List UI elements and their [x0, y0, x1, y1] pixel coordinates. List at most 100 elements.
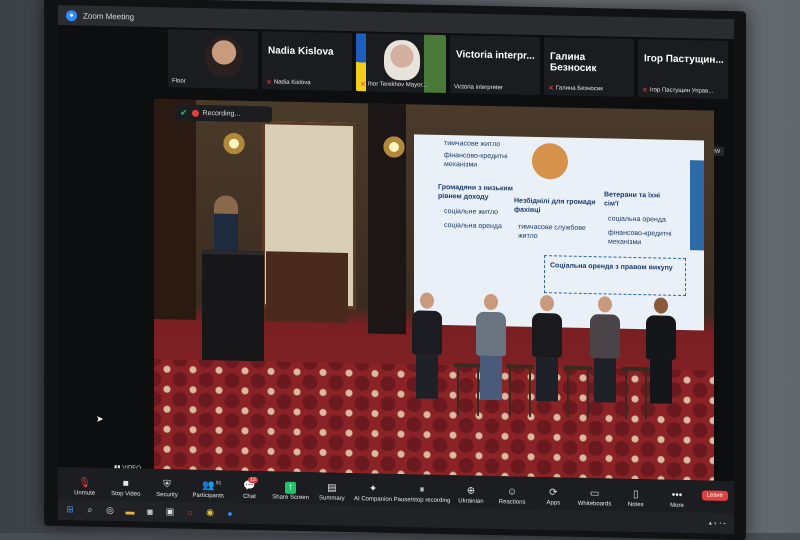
background-decoration — [424, 34, 446, 94]
screen: ● Zoom Meeting Floor Nadia Kislova ✕ Nadi… — [58, 4, 734, 535]
mouse-cursor-icon: ➤ — [96, 413, 104, 424]
side-table — [564, 365, 592, 421]
participant-label: ✕ Ігор Пастущин Управ... — [642, 87, 714, 95]
door — [266, 251, 348, 324]
main-video: тимчасове житло фінансово-кредитні механ… — [154, 98, 714, 481]
zoom-logo-icon: ● — [66, 9, 77, 21]
chat-badge: 12 — [248, 476, 258, 484]
slide-text: соціальна оренда — [608, 215, 666, 224]
participant-tile[interactable]: ✕ Ihor Terekhov Mayor... — [356, 33, 446, 94]
video-camera-icon: ■ — [122, 478, 129, 490]
apps-icon: ⟳ — [549, 487, 558, 499]
shield-icon: ⛨ — [163, 479, 171, 491]
participant-avatar — [206, 36, 242, 77]
shield-check-icon: ✔ — [180, 106, 188, 118]
window-title: Zoom Meeting — [83, 10, 135, 22]
slide-text: фінансово-кредитні механізми — [444, 152, 508, 169]
recording-indicator[interactable]: ✔ Recording... — [176, 104, 272, 123]
gallery-strip: Floor Nadia Kislova ✕ Nadia Kislova ✕ Ihor… — [168, 29, 728, 99]
store-icon[interactable]: ▣ — [164, 506, 176, 518]
participant-name: Victoria interpr... — [456, 49, 535, 62]
slide-text: тимчасове службове житло — [518, 223, 586, 240]
security-button[interactable]: ⛨ Security — [146, 479, 187, 499]
toolbar-label: Whiteboards — [577, 500, 612, 508]
monitor: ● Zoom Meeting Floor Nadia Kislova ✕ Nadi… — [44, 0, 746, 540]
slide-text: соціальне житло — [444, 208, 499, 217]
slide-text: фінансово-кредитні механізми — [608, 229, 672, 247]
chrome-icon[interactable]: ◉ — [204, 506, 216, 518]
unmute-button[interactable]: 🎙 Unmute — [64, 477, 105, 497]
slide-sidebar — [690, 160, 704, 251]
participants-icon: 👥 — [201, 479, 215, 492]
participant-tile[interactable]: Ігор Пастущин... ✕ Ігор Пастущин Управ...… — [638, 39, 728, 99]
pause-stop-recording-button[interactable]: ⏸ Pause/stop recording — [394, 484, 451, 505]
more-icon: ••• — [671, 489, 683, 502]
mic-muted-icon: ✕ — [266, 79, 272, 87]
participant-label: Floor — [172, 78, 186, 85]
search-icon[interactable]: ⌕ — [84, 504, 96, 516]
summary-button[interactable]: ▤ Summary — [311, 482, 352, 502]
leave-button[interactable]: Leave — [701, 489, 728, 501]
system-tray[interactable]: ▲ ◐ ◔ ⌁ — [708, 520, 726, 526]
windows-start-icon[interactable]: ⊞ — [64, 504, 76, 516]
microphone-muted-icon: 🎙 — [78, 477, 91, 489]
toolbar-label: Unmute — [74, 490, 96, 497]
zoom-taskbar-icon[interactable]: ● — [224, 507, 236, 519]
more-button[interactable]: ••• More — [656, 489, 697, 509]
opera-icon[interactable]: ○ — [184, 506, 196, 518]
summary-icon: ▤ — [327, 482, 337, 494]
camera-app-icon[interactable]: ◙ — [144, 505, 156, 517]
participant-tile[interactable]: Victoria interpr... Victoria interpreter — [450, 35, 540, 96]
participant-name: Ігор Пастущин... — [644, 53, 724, 66]
participant-avatar — [384, 39, 420, 81]
mic-muted-icon: ✕ — [360, 81, 366, 89]
participant-tile[interactable]: Nadia Kislova ✕ Nadia Kislova — [262, 31, 352, 92]
whiteboards-button[interactable]: ▭ Whiteboards — [574, 488, 615, 508]
toolbar-label: Share Screen — [272, 494, 309, 502]
curtain — [154, 98, 196, 320]
recording-label: Recording... — [202, 109, 241, 118]
mic-muted-icon: ✕ — [548, 85, 554, 93]
side-table — [506, 364, 534, 419]
apps-button[interactable]: ⟳ Apps — [533, 487, 574, 507]
sparkle-icon: ✦ — [368, 483, 378, 495]
notes-button[interactable]: ▯ Notes — [615, 489, 656, 509]
notes-icon: ▯ — [632, 488, 639, 501]
toolbar-label: Reactions — [498, 499, 526, 506]
file-explorer-icon[interactable]: ▬ — [124, 505, 136, 517]
slide-heading: Громадяни з низьким рівнем доходу — [438, 183, 513, 201]
tray-icons: ▲ ◐ ◔ ⌁ — [707, 520, 726, 527]
record-dot-icon — [191, 109, 199, 117]
task-view-icon[interactable]: ◎ — [104, 504, 116, 516]
ai-companion-button[interactable]: ✦ AI Companion — [352, 483, 393, 503]
whiteboard-icon: ▭ — [589, 488, 600, 500]
stop-video-button[interactable]: ■ Stop Video — [105, 478, 146, 498]
participant-name: Nadia Kislova — [268, 45, 334, 58]
participant-label: ✕ Галина Безносик — [548, 85, 603, 93]
share-screen-icon: ↑ — [285, 481, 297, 494]
chat-button[interactable]: 💬 Chat 12 — [229, 476, 270, 501]
reactions-button[interactable]: ☺ Reactions — [492, 486, 533, 506]
toolbar-label: Participants — [192, 492, 224, 500]
share-screen-button[interactable]: ↑ Share Screen — [270, 481, 311, 501]
participant-name: Галина Безносик — [550, 51, 597, 75]
toolbar-label: Chat — [243, 493, 256, 501]
participant-tile[interactable]: Галина Безносик ✕ Галина Безносик — [544, 37, 634, 98]
toolbar-label: Notes — [627, 501, 644, 509]
chandelier-icon — [380, 133, 408, 161]
toolbar-label: Summary — [318, 495, 345, 502]
participant-tile[interactable]: Floor — [168, 29, 258, 90]
toolbar-label: AI Companion — [354, 496, 393, 503]
participant-label: Victoria interpreter — [454, 84, 503, 92]
toolbar-label: Stop Video — [111, 491, 141, 498]
slide-heading: Ветерани та їхні сім'ї — [604, 191, 661, 208]
panelist — [590, 296, 620, 405]
panelist — [646, 297, 676, 406]
toolbar-label: Ukrainian — [458, 498, 484, 505]
participant-label: ✕ Ihor Terekhov Mayor... — [360, 81, 428, 89]
mic-muted-icon: ✕ — [642, 87, 648, 95]
ukrainian-button[interactable]: ⊕ Ukrainian — [450, 485, 491, 505]
participants-button[interactable]: 👥 Participants 91 — [188, 480, 229, 500]
panelist — [476, 293, 506, 403]
smiley-icon: ☺ — [507, 486, 518, 498]
